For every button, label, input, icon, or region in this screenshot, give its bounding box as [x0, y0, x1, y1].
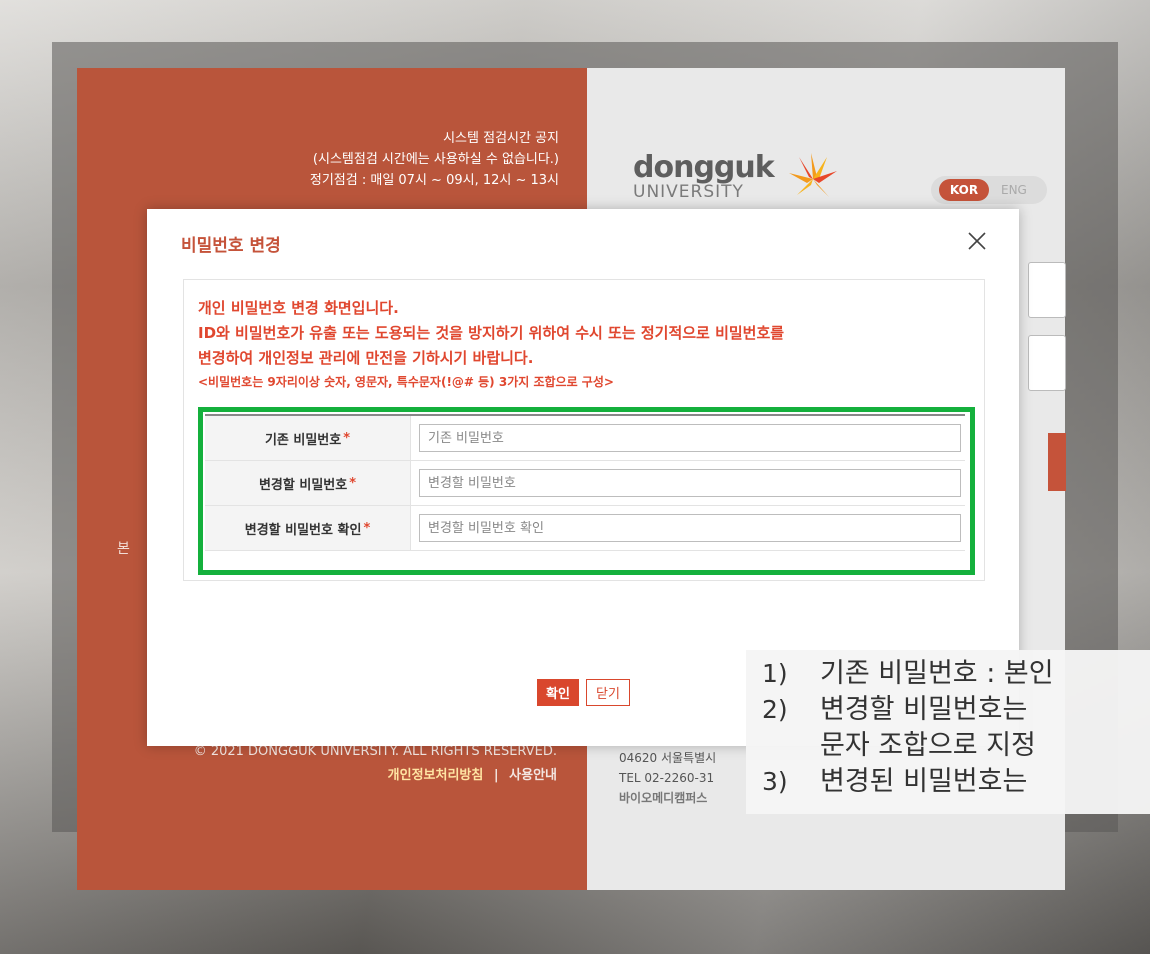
new-password-input[interactable]: [419, 469, 961, 497]
login-id-field[interactable]: [1028, 262, 1066, 318]
login-button[interactable]: [1048, 433, 1066, 491]
callout-number: 1): [762, 659, 788, 688]
required-mark: *: [343, 430, 351, 446]
lang-eng-button[interactable]: ENG: [1001, 179, 1027, 201]
form-row-confirm-password: 변경할 비밀번호 확인 *: [205, 506, 965, 551]
info-line: 변경하여 개인정보 관리에 만전을 기하시기 바랍니다.: [198, 349, 534, 367]
logo-main-text: dongguk: [633, 150, 775, 185]
callout-text: 변경된 비밀번호는: [820, 766, 1028, 797]
callout-number: 2): [762, 695, 788, 724]
close-icon[interactable]: [963, 227, 991, 255]
callout-text: 문자 조합으로 지정: [820, 730, 1036, 761]
password-form: 기존 비밀번호* 변경할 비밀번호* 변경할 비밀번호 확인*: [205, 414, 965, 551]
callout-text: 기존 비밀번호 : 본인: [820, 658, 1054, 689]
maintenance-notice: 시스템 점검시간 공지 (시스템점검 시간에는 사용하실 수 없습니다.) 정기…: [310, 128, 559, 191]
field-label: 변경할 비밀번호 확인: [244, 522, 362, 538]
footer-address: 04620 서울특별시: [619, 751, 717, 765]
footer-tel: TEL 02-2260-31: [619, 771, 715, 785]
password-rule: <비밀번호는 9자리이상 숫자, 영문자, 특수문자(!@# 등) 3가지 조합…: [198, 375, 614, 389]
logo-star-icon: [789, 153, 837, 197]
info-line: 개인 비밀번호 변경 화면입니다.: [198, 299, 399, 317]
form-row-new-password: 변경할 비밀번호 *: [205, 461, 965, 506]
close-button[interactable]: 닫기: [586, 679, 630, 706]
side-text: 본: [117, 541, 130, 557]
university-logo: dongguk UNIVERSITY: [633, 150, 837, 202]
instruction-callout: 1) 기존 비밀번호 : 본인 2) 변경할 비밀번호는 문자 조합으로 지정 3)…: [746, 650, 1150, 814]
new-password-label: 변경할 비밀번호 *: [205, 461, 411, 505]
callout-item: 문자 조합으로 지정: [762, 728, 1036, 764]
logo-sub-text: UNIVERSITY: [633, 182, 744, 202]
callout-number: 3): [762, 767, 788, 796]
callout-text: 변경할 비밀번호는: [820, 694, 1028, 725]
usage-guide-link[interactable]: 사용안내: [509, 768, 557, 783]
callout-item: 2) 변경할 비밀번호는: [762, 692, 1027, 728]
info-line: ID와 비밀번호가 유출 또는 도용되는 것을 방지하기 위하여 수시 또는 정…: [198, 324, 785, 342]
language-toggle[interactable]: KOR ENG: [931, 176, 1047, 204]
dialog-title: 비밀번호 변경: [181, 236, 281, 256]
current-password-input[interactable]: [419, 424, 961, 452]
notice-line: (시스템점검 시간에는 사용하실 수 없습니다.): [312, 152, 559, 167]
required-mark: *: [363, 520, 371, 536]
privacy-policy-link[interactable]: 개인정보처리방침: [388, 768, 484, 783]
campus-footer: 04620 서울특별시 TEL 02-2260-31 바이오메디캠퍼스: [619, 748, 716, 808]
footer-copyright: © 2021 DONGGUK UNIVERSITY. ALL RIGHTS RE…: [194, 740, 557, 788]
required-mark: *: [349, 475, 357, 491]
field-label: 기존 비밀번호: [264, 432, 342, 448]
field-label: 변경할 비밀번호: [258, 477, 348, 493]
login-password-field[interactable]: [1028, 335, 1066, 391]
footer-bio-campus: 바이오메디캠퍼스: [619, 791, 708, 805]
confirm-password-label: 변경할 비밀번호 확인 *: [205, 506, 411, 550]
link-separator: |: [493, 768, 499, 783]
confirm-password-input[interactable]: [419, 514, 961, 542]
current-password-label: 기존 비밀번호 *: [205, 416, 411, 460]
form-row-current-password: 기존 비밀번호 *: [205, 414, 965, 461]
password-change-info: 개인 비밀번호 변경 화면입니다. ID와 비밀번호가 유출 또는 도용되는 것…: [198, 296, 784, 393]
callout-item: 1) 기존 비밀번호 : 본인: [762, 656, 1054, 692]
notice-title: 시스템 점검시간 공지: [443, 131, 559, 146]
notice-line: 정기점검 : 매일 07시 ~ 09시, 12시 ~ 13시: [309, 173, 559, 188]
callout-item: 3) 변경된 비밀번호는: [762, 764, 1027, 800]
lang-kor-button[interactable]: KOR: [939, 179, 989, 201]
confirm-button[interactable]: 확인: [537, 679, 579, 706]
